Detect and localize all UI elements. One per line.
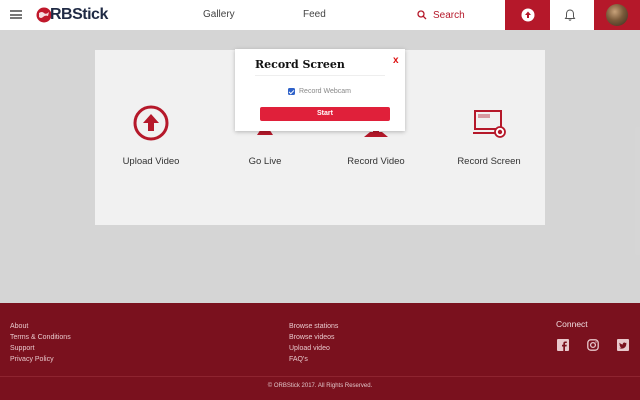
footer-link-browse-stations[interactable]: Browse stations bbox=[289, 321, 338, 332]
logo[interactable]: RBStick bbox=[36, 5, 108, 25]
search-icon bbox=[417, 10, 427, 20]
option-record-screen[interactable]: Record Screen bbox=[446, 50, 532, 225]
avatar bbox=[606, 4, 628, 26]
instagram-icon[interactable] bbox=[587, 339, 599, 351]
bell-icon[interactable] bbox=[563, 8, 577, 22]
footer-link-about[interactable]: About bbox=[10, 321, 71, 332]
nav-feed[interactable]: Feed bbox=[303, 9, 326, 20]
footer: About Terms & Conditions Support Privacy… bbox=[0, 303, 640, 400]
record-webcam-checkbox[interactable]: Record Webcam bbox=[288, 88, 351, 95]
upload-icon bbox=[521, 8, 534, 22]
footer-link-upload-video[interactable]: Upload video bbox=[289, 343, 338, 354]
footer-link-privacy[interactable]: Privacy Policy bbox=[10, 354, 71, 365]
search-label: Search bbox=[433, 9, 465, 21]
footer-links-left: About Terms & Conditions Support Privacy… bbox=[10, 321, 71, 365]
start-button[interactable]: Start bbox=[260, 107, 390, 121]
copyright-text: © ORBStick 2017. All Rights Reserved. bbox=[267, 383, 373, 389]
divider bbox=[255, 75, 385, 76]
footer-link-faq[interactable]: FAQ's bbox=[289, 354, 338, 365]
checkbox[interactable] bbox=[288, 88, 295, 95]
footer-links-middle: Browse stations Browse videos Upload vid… bbox=[289, 321, 338, 365]
user-avatar-button[interactable] bbox=[594, 0, 640, 30]
option-label: Record Screen bbox=[457, 156, 521, 167]
option-label: Record Video bbox=[347, 156, 405, 167]
option-label: Go Live bbox=[248, 156, 282, 167]
footer-link-support[interactable]: Support bbox=[10, 343, 71, 354]
top-nav-bar: RBStick Gallery Feed Search bbox=[0, 0, 640, 30]
record-screen-modal: Record Screen x Record Webcam Start bbox=[235, 49, 405, 131]
option-upload-video[interactable]: Upload Video bbox=[108, 50, 194, 225]
facebook-icon[interactable] bbox=[557, 339, 569, 351]
logo-text: RBStick bbox=[50, 6, 108, 23]
modal-title: Record Screen bbox=[255, 58, 345, 71]
twitter-icon[interactable] bbox=[617, 339, 629, 351]
checkbox-label: Record Webcam bbox=[299, 88, 352, 95]
footer-divider bbox=[0, 376, 640, 377]
footer-link-browse-videos[interactable]: Browse videos bbox=[289, 332, 338, 343]
option-label: Upload Video bbox=[122, 156, 180, 167]
footer-link-terms[interactable]: Terms & Conditions bbox=[10, 332, 71, 343]
screen-record-icon bbox=[473, 110, 506, 138]
search-button[interactable]: Search bbox=[417, 8, 465, 22]
upload-circle-icon bbox=[133, 105, 169, 141]
nav-gallery[interactable]: Gallery bbox=[203, 9, 235, 20]
close-button[interactable]: x bbox=[393, 55, 399, 66]
menu-icon[interactable] bbox=[10, 10, 22, 19]
upload-button[interactable] bbox=[505, 0, 550, 30]
connect-title: Connect bbox=[556, 319, 588, 329]
